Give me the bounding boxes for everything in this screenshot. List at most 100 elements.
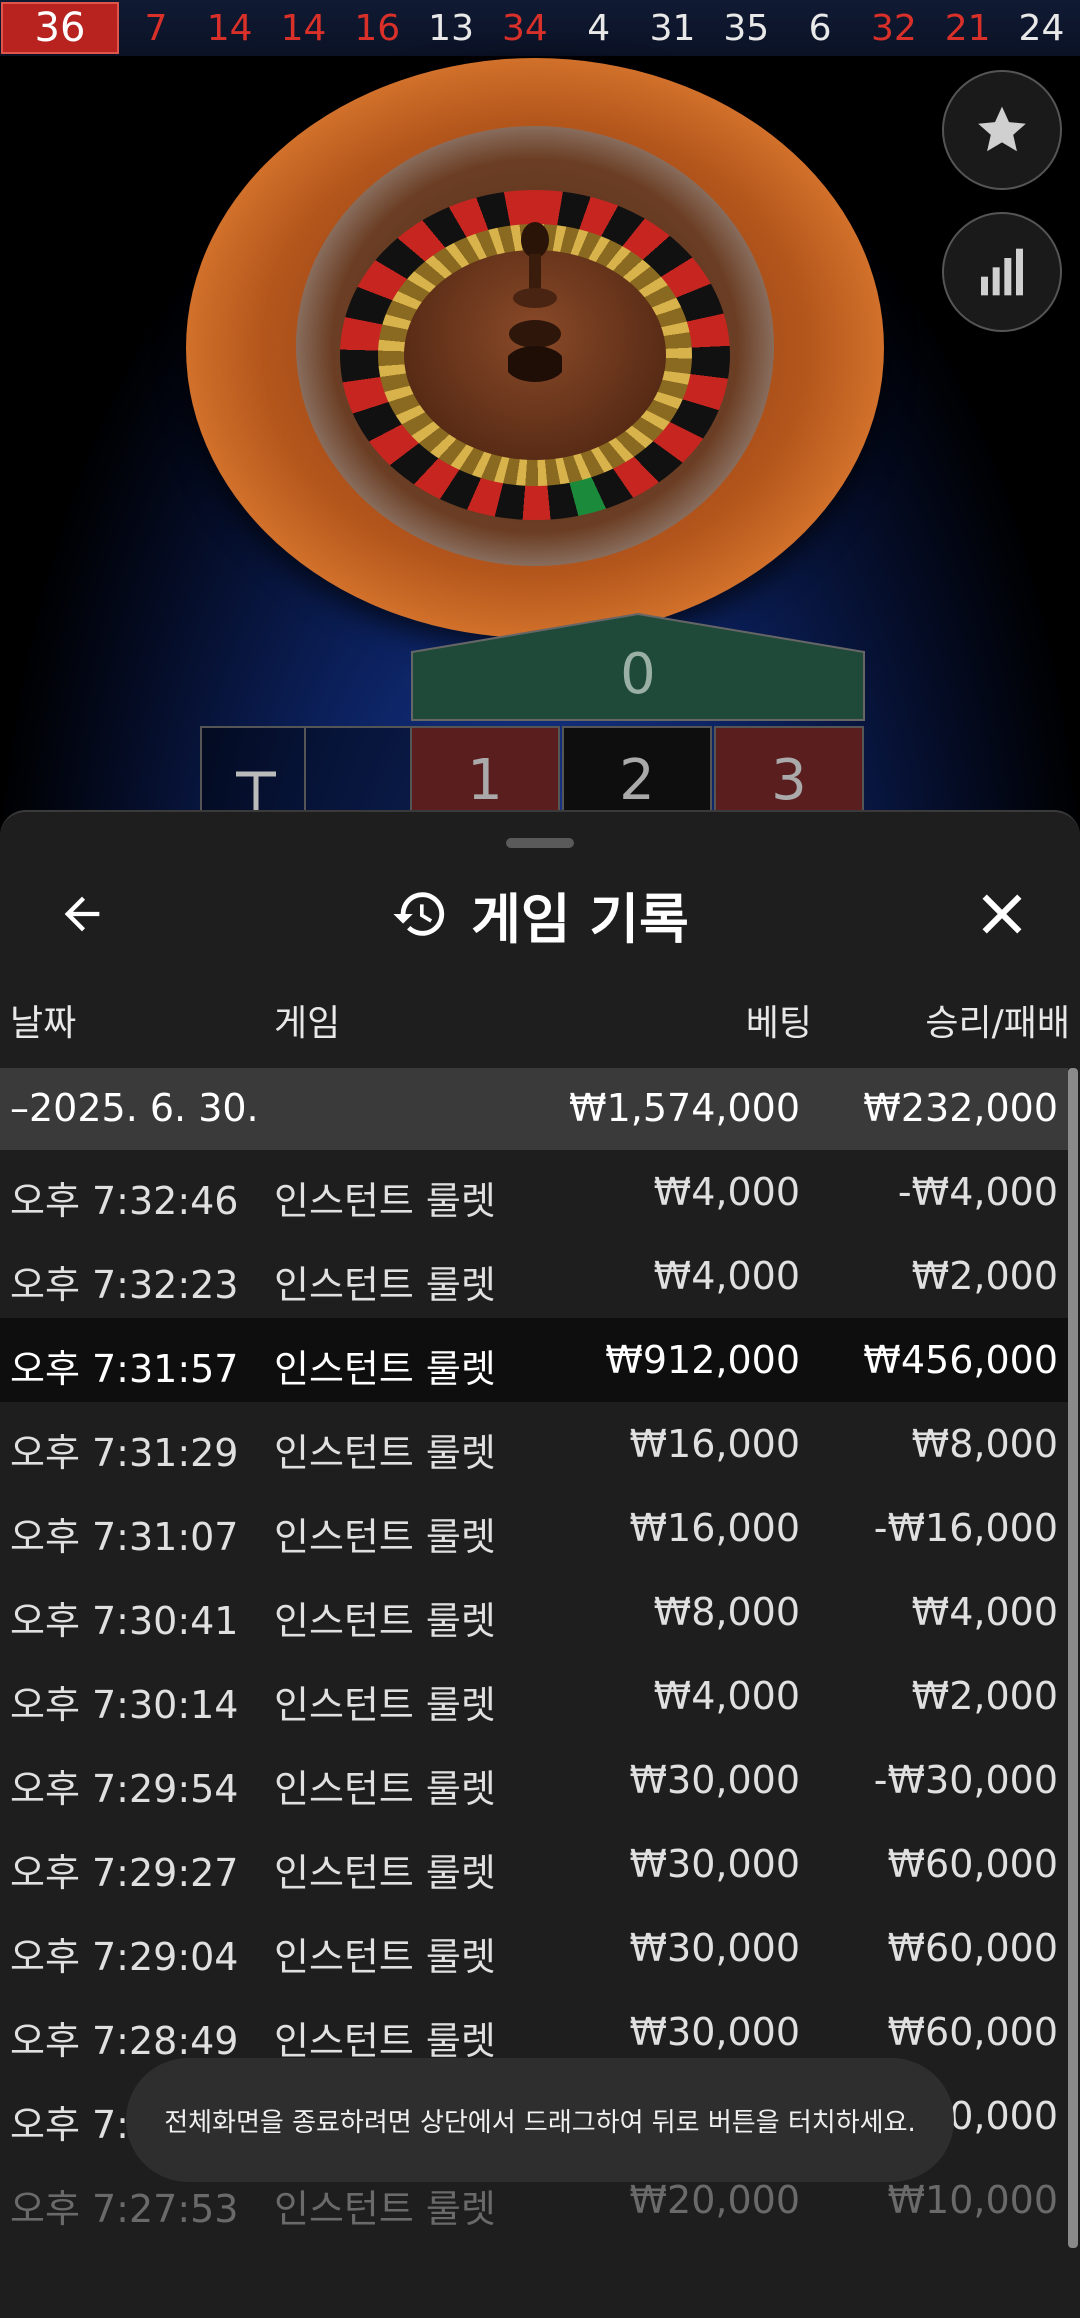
summary-win: ₩232,000 <box>863 1086 1058 1130</box>
header-date[interactable]: 날짜 <box>10 994 76 1046</box>
arrow-left-icon <box>64 896 100 932</box>
result-number: 4 <box>587 7 611 49</box>
bet-cell-label: 1 <box>467 748 503 813</box>
row-win: ₩456,000 <box>863 1338 1058 1382</box>
column-headers: 날짜 게임 베팅 승리/패배 <box>0 994 1080 1054</box>
header-bet[interactable]: 베팅 <box>746 994 812 1046</box>
row-time: 오후 7:32:46 <box>10 1179 239 1223</box>
row-game: 인스턴트 룰렛 <box>274 1683 496 1727</box>
close-button[interactable] <box>960 872 1044 956</box>
row-game: 인스턴트 룰렛 <box>274 1767 496 1811</box>
table-row[interactable]: 오후 7:29:54 인스턴트 룰렛 ₩30,000 -₩30,000 <box>0 1738 1068 1822</box>
result-number: 14 <box>280 7 327 49</box>
row-bet: ₩4,000 <box>653 1254 800 1298</box>
result-number: 14 <box>206 7 253 49</box>
row-win: ₩10,000 <box>887 2178 1058 2222</box>
history-icon <box>393 892 445 936</box>
row-game: 인스턴트 룰렛 <box>274 1431 496 1475</box>
close-icon <box>982 894 1022 934</box>
result-history: 7 14 14 16 13 34 4 31 35 6 32 21 24 <box>119 8 1078 49</box>
date-summary-row[interactable]: –2025. 6. 30. ₩1,574,000 ₩232,000 <box>0 1068 1068 1150</box>
current-result: 36 <box>1 2 119 54</box>
game-area: 0 1 2 3 <box>0 56 1080 856</box>
results-strip: 36 7 14 14 16 13 34 4 31 35 6 32 21 24 <box>0 0 1080 56</box>
result-number: 24 <box>1018 7 1065 49</box>
row-time: 오후 7:28:49 <box>10 2019 239 2063</box>
row-game: 인스턴트 룰렛 <box>274 1935 496 1979</box>
row-time: 오후 7:29:04 <box>10 1935 239 1979</box>
row-win: ₩8,000 <box>911 1422 1058 1466</box>
row-bet: ₩30,000 <box>629 2010 800 2054</box>
row-time: 오후 7:31:29 <box>10 1431 239 1475</box>
table-row[interactable]: 오후 7:31:07 인스턴트 룰렛 ₩16,000 -₩16,000 <box>0 1486 1068 1570</box>
panel-header: 게임 기록 <box>0 872 1080 956</box>
drag-handle[interactable] <box>506 838 574 848</box>
row-game: 인스턴트 룰렛 <box>274 2019 496 2063</box>
bet-cell-zero[interactable]: 0 <box>410 612 866 722</box>
row-bet: ₩8,000 <box>653 1590 800 1634</box>
table-row[interactable]: 오후 7:30:14 인스턴트 룰렛 ₩4,000 ₩2,000 <box>0 1654 1068 1738</box>
result-number: 31 <box>649 7 696 49</box>
row-game: 인스턴트 룰렛 <box>274 1179 496 1223</box>
favorite-button[interactable] <box>942 70 1062 190</box>
star-icon <box>978 106 1026 152</box>
bet-cell-label: 2 <box>619 748 655 813</box>
row-win: -₩16,000 <box>873 1506 1058 1550</box>
table-row[interactable]: 오후 7:31:57 인스턴트 룰렛 ₩912,000 ₩456,000 <box>0 1318 1068 1402</box>
row-win: -₩30,000 <box>873 1758 1058 1802</box>
row-time: 오후 7:27:53 <box>10 2187 239 2231</box>
result-number: 6 <box>808 7 832 49</box>
header-game[interactable]: 게임 <box>274 994 340 1046</box>
statistics-button[interactable] <box>942 212 1062 332</box>
bet-cell-label: 3 <box>771 748 807 813</box>
row-bet: ₩16,000 <box>629 1506 800 1550</box>
row-win: ₩2,000 <box>911 1674 1058 1718</box>
fullscreen-toast: 전체화면을 종료하려면 상단에서 드래그하여 뒤로 버튼을 터치하세요. <box>126 2058 954 2182</box>
table-row[interactable]: 오후 7:31:29 인스턴트 룰렛 ₩16,000 ₩8,000 <box>0 1402 1068 1486</box>
result-number: 35 <box>723 7 770 49</box>
row-time: 오후 7:32:23 <box>10 1263 239 1307</box>
row-win: ₩60,000 <box>887 2010 1058 2054</box>
header-win-loss[interactable]: 승리/패배 <box>925 994 1070 1046</box>
result-number: 34 <box>501 7 548 49</box>
zero-label: 0 <box>620 642 656 707</box>
row-win: -₩4,000 <box>897 1170 1058 1214</box>
row-game: 인스턴트 룰렛 <box>274 2187 496 2231</box>
row-win: ₩60,000 <box>887 1926 1058 1970</box>
row-time: 오후 7:29:54 <box>10 1767 239 1811</box>
row-time: 오후 7:31:57 <box>10 1347 239 1391</box>
table-row[interactable]: 오후 7:32:23 인스턴트 룰렛 ₩4,000 ₩2,000 <box>0 1234 1068 1318</box>
row-game: 인스턴트 룰렛 <box>274 1347 496 1391</box>
result-number: 32 <box>870 7 917 49</box>
scrollbar[interactable] <box>1068 1068 1078 2248</box>
result-number: 13 <box>428 7 474 49</box>
table-row[interactable]: 오후 7:29:27 인스턴트 룰렛 ₩30,000 ₩60,000 <box>0 1822 1068 1906</box>
row-win: ₩4,000 <box>911 1590 1058 1634</box>
result-number: 16 <box>354 7 401 49</box>
wheel-turret <box>508 222 562 382</box>
row-win: ₩60,000 <box>887 1842 1058 1886</box>
result-number: 7 <box>144 7 168 49</box>
summary-date: –2025. 6. 30. <box>10 1086 259 1130</box>
row-time: 오후 7:31:07 <box>10 1515 239 1559</box>
panel-title: 게임 기록 <box>471 887 689 951</box>
table-row[interactable]: 오후 7:30:41 인스턴트 룰렛 ₩8,000 ₩4,000 <box>0 1570 1068 1654</box>
row-bet: ₩30,000 <box>629 1926 800 1970</box>
row-time: 오후 7:30:14 <box>10 1683 239 1727</box>
row-bet: ₩912,000 <box>605 1338 800 1382</box>
row-bet: ₩16,000 <box>629 1422 800 1466</box>
title-wrap: 게임 기록 <box>0 872 1080 956</box>
table-row[interactable]: 오후 7:29:04 인스턴트 룰렛 ₩30,000 ₩60,000 <box>0 1906 1068 1990</box>
result-number: 21 <box>944 7 991 49</box>
row-bet: ₩30,000 <box>629 1842 800 1886</box>
stats-bars-icon <box>981 248 1023 296</box>
back-button[interactable] <box>40 872 124 956</box>
row-bet: ₩4,000 <box>653 1170 800 1214</box>
row-game: 인스턴트 룰렛 <box>274 1851 496 1895</box>
row-time: 오후 7:29:27 <box>10 1851 239 1895</box>
row-game: 인스턴트 룰렛 <box>274 1599 496 1643</box>
row-time: 오후 7:30:41 <box>10 1599 239 1643</box>
table-row[interactable]: 오후 7:32:46 인스턴트 룰렛 ₩4,000 -₩4,000 <box>0 1150 1068 1234</box>
row-game: 인스턴트 룰렛 <box>274 1263 496 1307</box>
row-bet: ₩4,000 <box>653 1674 800 1718</box>
